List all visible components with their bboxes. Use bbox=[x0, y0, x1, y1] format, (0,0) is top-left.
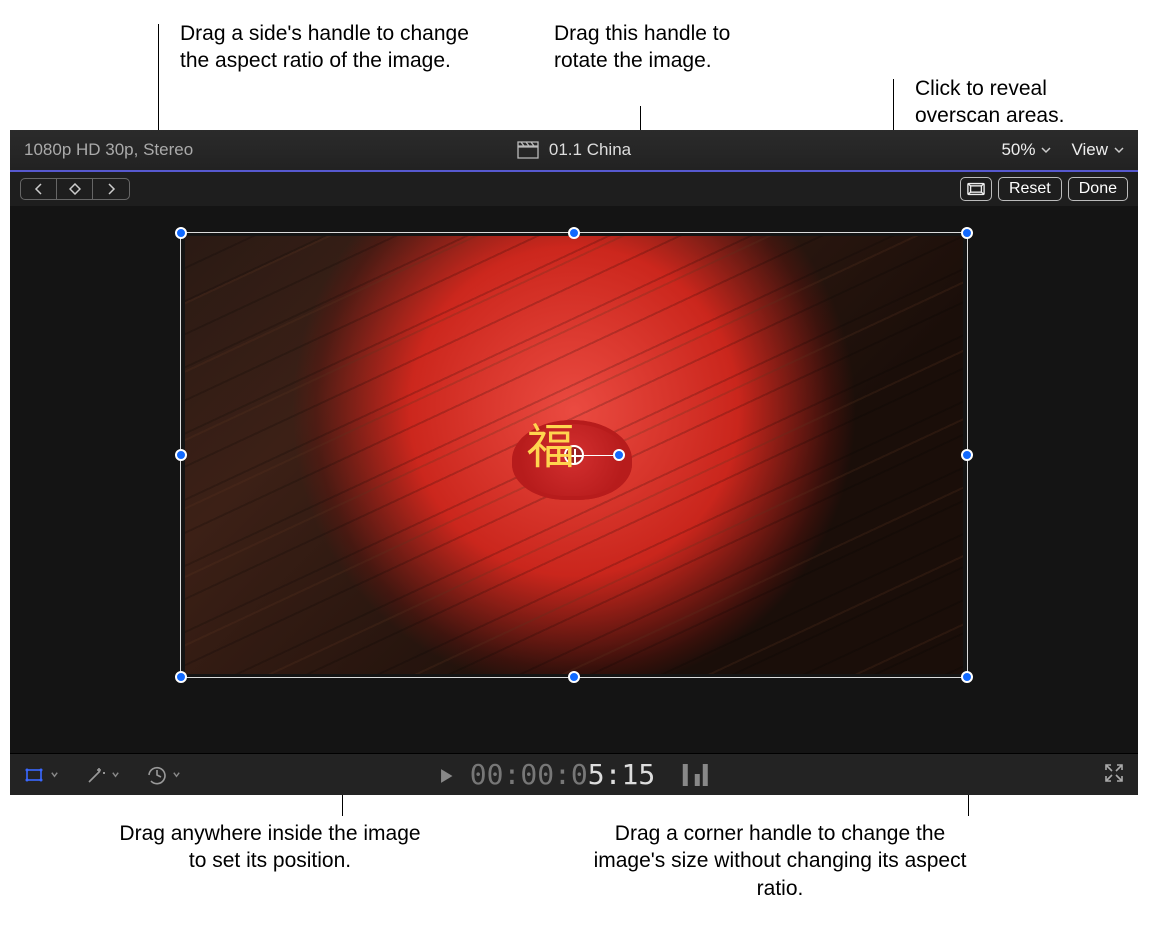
clip-image[interactable]: 福 bbox=[185, 236, 963, 674]
callout-side-handle: Drag a side's handle to change the aspec… bbox=[180, 20, 480, 75]
callout-overscan: Click to reveal overscan areas. bbox=[915, 75, 1135, 130]
fullscreen-icon bbox=[1104, 763, 1124, 783]
chevron-down-icon bbox=[50, 770, 59, 779]
header-right: 50% View bbox=[631, 140, 1124, 160]
play-button[interactable] bbox=[440, 758, 470, 791]
done-button[interactable]: Done bbox=[1068, 177, 1128, 201]
done-label: Done bbox=[1079, 180, 1117, 198]
callout-text: Drag this handle to rotate the image. bbox=[554, 22, 730, 72]
callout-rotate-handle: Drag this handle to rotate the image. bbox=[554, 20, 774, 75]
chevron-down-icon bbox=[172, 770, 181, 779]
overscan-button[interactable] bbox=[960, 177, 992, 201]
nav-next-button[interactable] bbox=[93, 179, 129, 199]
action-row: Reset Done bbox=[10, 172, 1138, 206]
callout-text: Click to reveal overscan areas. bbox=[915, 77, 1064, 127]
retime-icon bbox=[146, 764, 168, 786]
timecode-display: 00:00:05:15 bbox=[440, 758, 708, 791]
format-label: 1080p HD 30p, Stereo bbox=[24, 140, 517, 160]
play-icon bbox=[440, 768, 454, 784]
nav-prev-button[interactable] bbox=[21, 179, 57, 199]
view-dropdown[interactable]: View bbox=[1071, 140, 1124, 160]
image-character: 福 bbox=[527, 407, 575, 477]
nav-segment bbox=[20, 178, 130, 200]
fullscreen-button[interactable] bbox=[1104, 763, 1124, 787]
zoom-dropdown[interactable]: 50% bbox=[1001, 140, 1051, 160]
viewer-footer: 00:00:05:15 bbox=[10, 753, 1138, 795]
timecode-bright: 5:15 bbox=[588, 758, 655, 791]
retime-tool-dropdown[interactable] bbox=[146, 764, 181, 786]
callout-corner-handle: Drag a corner handle to change the image… bbox=[580, 820, 980, 902]
reset-label: Reset bbox=[1009, 180, 1051, 198]
corner-handle-bottom-left[interactable] bbox=[175, 671, 187, 683]
callout-text: Drag a side's handle to change the aspec… bbox=[180, 22, 469, 72]
view-label: View bbox=[1071, 140, 1108, 160]
audio-meter-icon bbox=[683, 764, 708, 786]
corner-handle-top-right[interactable] bbox=[961, 227, 973, 239]
zoom-value: 50% bbox=[1001, 140, 1035, 160]
chevron-down-icon bbox=[1114, 146, 1124, 154]
clip-title-area: 01.1 China bbox=[517, 140, 631, 160]
viewer-header: 1080p HD 30p, Stereo 01.1 China 50% View bbox=[10, 130, 1138, 172]
clapperboard-icon bbox=[517, 141, 539, 159]
side-handle-left[interactable] bbox=[175, 449, 187, 461]
chevron-down-icon bbox=[111, 770, 120, 779]
transform-tool-dropdown[interactable] bbox=[24, 764, 59, 786]
corner-handle-bottom-right[interactable] bbox=[961, 671, 973, 683]
corner-handle-top-left[interactable] bbox=[175, 227, 187, 239]
side-handle-bottom[interactable] bbox=[568, 671, 580, 683]
chevron-down-icon bbox=[1041, 146, 1051, 154]
timecode-dim: 00:00:0 bbox=[470, 758, 588, 791]
callout-text: Drag anywhere inside the image to set it… bbox=[119, 822, 420, 872]
side-handle-right[interactable] bbox=[961, 449, 973, 461]
callout-reposition: Drag anywhere inside the image to set it… bbox=[110, 820, 430, 875]
magic-wand-icon bbox=[85, 764, 107, 786]
reset-button[interactable]: Reset bbox=[998, 177, 1062, 201]
transform-icon bbox=[24, 764, 46, 786]
enhance-tool-dropdown[interactable] bbox=[85, 764, 120, 786]
viewer-window: 1080p HD 30p, Stereo 01.1 China 50% View bbox=[10, 130, 1138, 795]
overscan-icon bbox=[967, 182, 985, 196]
clip-title: 01.1 China bbox=[549, 140, 631, 160]
side-handle-top[interactable] bbox=[568, 227, 580, 239]
nav-diamond-button[interactable] bbox=[57, 179, 93, 199]
callout-text: Drag a corner handle to change the image… bbox=[594, 822, 967, 900]
viewer-canvas[interactable]: 福 bbox=[10, 206, 1138, 753]
